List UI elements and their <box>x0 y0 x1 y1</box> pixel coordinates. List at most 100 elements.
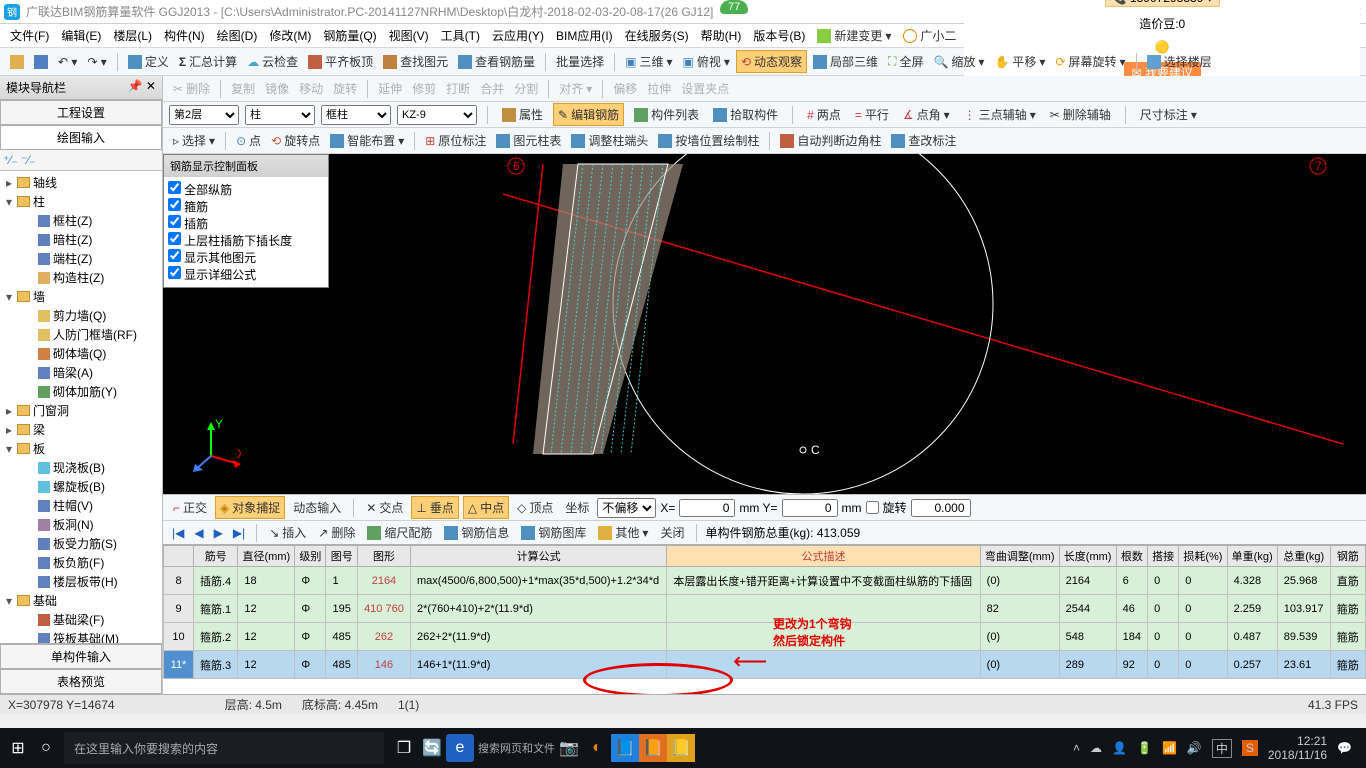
app-icon-2[interactable]: 📷 <box>555 734 583 762</box>
cross-button[interactable]: ✕ 交点 <box>362 497 407 518</box>
sum-button[interactable]: Σ 汇总计算 <box>175 51 241 72</box>
rotate-input[interactable] <box>911 499 971 517</box>
user-button[interactable]: 广小二 <box>899 25 960 46</box>
zoom-button[interactable]: 🔍缩放 ▾ <box>929 51 988 72</box>
app-icon-6[interactable]: 📒 <box>667 734 695 762</box>
auto-judge-button[interactable]: 自动判断边角柱 <box>776 130 885 151</box>
menu-draw[interactable]: 绘图(D) <box>213 25 262 46</box>
point-button[interactable]: ⊙点 <box>232 130 265 151</box>
select-button[interactable]: ▹ 选择 ▾ <box>169 130 219 151</box>
list-button[interactable]: 构件列表 <box>630 104 703 125</box>
3d-button[interactable]: ▣三维 ▾ <box>621 51 676 72</box>
table-row[interactable]: 11*箍筋.312Φ485146146+1*(11.9*d)(0)2899200… <box>164 651 1366 679</box>
offset-select[interactable]: 不偏移 <box>597 498 656 518</box>
menu-tools[interactable]: 工具(T) <box>437 25 484 46</box>
tray-up-icon[interactable]: ˄ <box>1073 741 1080 755</box>
floor-select[interactable]: 第2层 <box>169 105 239 125</box>
tree-collapse-icon[interactable]: ⁻⁄₋ <box>21 153 36 167</box>
other-button[interactable]: 其他 ▾ <box>594 522 652 543</box>
tab-table-preview[interactable]: 表格预览 <box>0 669 162 694</box>
trim-button[interactable]: 修剪 <box>408 78 440 99</box>
tray-ime[interactable]: 中 <box>1212 739 1232 758</box>
menu-modify[interactable]: 修改(M) <box>265 25 315 46</box>
del-aux-button[interactable]: ✂ 删除辅轴 <box>1046 104 1115 125</box>
edit-rebar-button[interactable]: ✎ 编辑钢筋 <box>553 103 624 126</box>
copy-button[interactable]: 复制 <box>227 78 259 99</box>
taskview-icon[interactable]: ❐ <box>390 734 418 762</box>
origin-label-button[interactable]: ⊞原位标注 <box>421 130 490 151</box>
top-view-button[interactable]: ▣俯视 ▾ <box>679 51 734 72</box>
3d-viewport[interactable]: 钢筋显示控制面板 全部纵筋 箍筋 插筋 上层柱插筋下插长度 显示其他图元 显示详… <box>163 154 1366 494</box>
menu-bim[interactable]: BIM应用(I) <box>552 25 617 46</box>
mid-button[interactable]: △ 中点 <box>463 496 509 519</box>
offset-button[interactable]: 偏移 <box>609 78 641 99</box>
menu-help[interactable]: 帮助(H) <box>697 25 746 46</box>
merge-button[interactable]: 合并 <box>476 78 508 99</box>
cb-detail[interactable] <box>168 266 181 279</box>
table-row[interactable]: 10箍筋.212Φ485262262+2*(11.9*d)(0)54818400… <box>164 623 1366 651</box>
table-row[interactable]: 9箍筋.112Φ195410 7602*(760+410)+2*(11.9*d)… <box>164 595 1366 623</box>
prev-icon[interactable]: ◀ <box>191 526 206 540</box>
define-button[interactable]: 定义 <box>124 51 173 72</box>
app-icon-3[interactable]: ◐ <box>583 734 611 762</box>
notification-badge[interactable]: 77 <box>720 0 748 14</box>
rebar-lib-button[interactable]: 钢筋图库 <box>517 522 590 543</box>
aux-button[interactable]: ⋮三点辅轴 ▾ <box>960 104 1040 125</box>
phone-badge[interactable]: 📞 13907298339 ▾ <box>1105 0 1220 7</box>
align-button[interactable]: 对齐 ▾ <box>555 78 596 99</box>
pan-button[interactable]: ✋平移 ▾ <box>990 51 1049 72</box>
id-select[interactable]: KZ-9 <box>397 105 477 125</box>
menu-view[interactable]: 视图(V) <box>385 25 433 46</box>
menu-version[interactable]: 版本号(B) <box>749 25 809 46</box>
app-icon-browser[interactable]: e <box>446 734 474 762</box>
attr-button[interactable]: 属性 <box>498 104 547 125</box>
tray-cloud-icon[interactable]: ☁ <box>1090 741 1102 755</box>
cb-all-long[interactable] <box>168 181 181 194</box>
rotate-button[interactable]: 旋转 <box>329 78 361 99</box>
check-label-button[interactable]: 查改标注 <box>887 130 960 151</box>
adjust-head-button[interactable]: 调整柱端头 <box>567 130 652 151</box>
coord-button[interactable]: 坐标 <box>561 497 593 518</box>
pin-icon[interactable]: 📌 ✕ <box>128 79 156 96</box>
component-tree[interactable]: ▸轴线 ▾柱 框柱(Z) 暗柱(Z) 端柱(Z) 构造柱(Z) ▾墙 剪力墙(Q… <box>0 171 162 643</box>
move-button[interactable]: 移动 <box>295 78 327 99</box>
new-change-button[interactable]: 新建变更 ▾ <box>813 25 895 46</box>
rebar-display-panel[interactable]: 钢筋显示控制面板 全部纵筋 箍筋 插筋 上层柱插筋下插长度 显示其他图元 显示详… <box>163 154 329 288</box>
rebar-info-button[interactable]: 钢筋信息 <box>440 522 513 543</box>
local-3d-button[interactable]: 局部三维 <box>809 51 882 72</box>
taskbar-search[interactable]: 在这里输入你要搜索的内容 <box>64 732 384 764</box>
extend-button[interactable]: 延伸 <box>374 78 406 99</box>
tree-expand-icon[interactable]: ⁺⁄₋ <box>3 153 18 167</box>
tab-single-input[interactable]: 单构件输入 <box>0 644 162 669</box>
check-rebar-button[interactable]: 查看钢筋量 <box>454 51 539 72</box>
perp-button[interactable]: ⊥ 垂点 <box>411 496 458 519</box>
cb-insert[interactable] <box>168 215 181 228</box>
tray-battery-icon[interactable]: 🔋 <box>1137 741 1152 755</box>
rebar-table-wrap[interactable]: 筋号直径(mm)级别图号图形计算公式公式描述弯曲调整(mm)长度(mm)根数搭接… <box>163 544 1366 694</box>
rotate-point-button[interactable]: ⟲旋转点 <box>267 130 324 151</box>
delete-row-button[interactable]: ↗ 删除 <box>314 522 359 543</box>
tab-eng-settings[interactable]: 工程设置 <box>0 100 162 125</box>
tray-ime2[interactable]: S <box>1242 740 1258 756</box>
open-icon[interactable] <box>6 53 28 71</box>
redo-icon[interactable]: ↷ ▾ <box>83 53 110 71</box>
delete-button[interactable]: ✂ 删除 <box>169 78 214 99</box>
last-icon[interactable]: ▶| <box>230 526 248 540</box>
select-floor-button[interactable]: 选择楼层 <box>1143 51 1216 72</box>
tray-notif-icon[interactable]: 💬 <box>1337 741 1352 755</box>
twopoint-button[interactable]: #两点 <box>803 104 845 125</box>
scale-button[interactable]: 缩尺配筋 <box>363 522 436 543</box>
top-button[interactable]: ◇ 顶点 <box>513 497 557 518</box>
start-button[interactable]: ⊞ <box>4 734 32 762</box>
menu-edit[interactable]: 编辑(E) <box>57 25 105 46</box>
y-input[interactable] <box>782 499 838 517</box>
smart-button[interactable]: 智能布置 ▾ <box>326 130 408 151</box>
osnap-button[interactable]: ◈对象捕捉 <box>215 496 285 519</box>
menu-cloud[interactable]: 云应用(Y) <box>488 25 548 46</box>
cortana-icon[interactable]: ○ <box>32 734 60 762</box>
cb-other[interactable] <box>168 249 181 262</box>
menu-rebar[interactable]: 钢筋量(Q) <box>319 25 380 46</box>
cb-upper[interactable] <box>168 232 181 245</box>
tab-draw-input[interactable]: 绘图输入 <box>0 125 162 150</box>
menu-component[interactable]: 构件(N) <box>160 25 209 46</box>
